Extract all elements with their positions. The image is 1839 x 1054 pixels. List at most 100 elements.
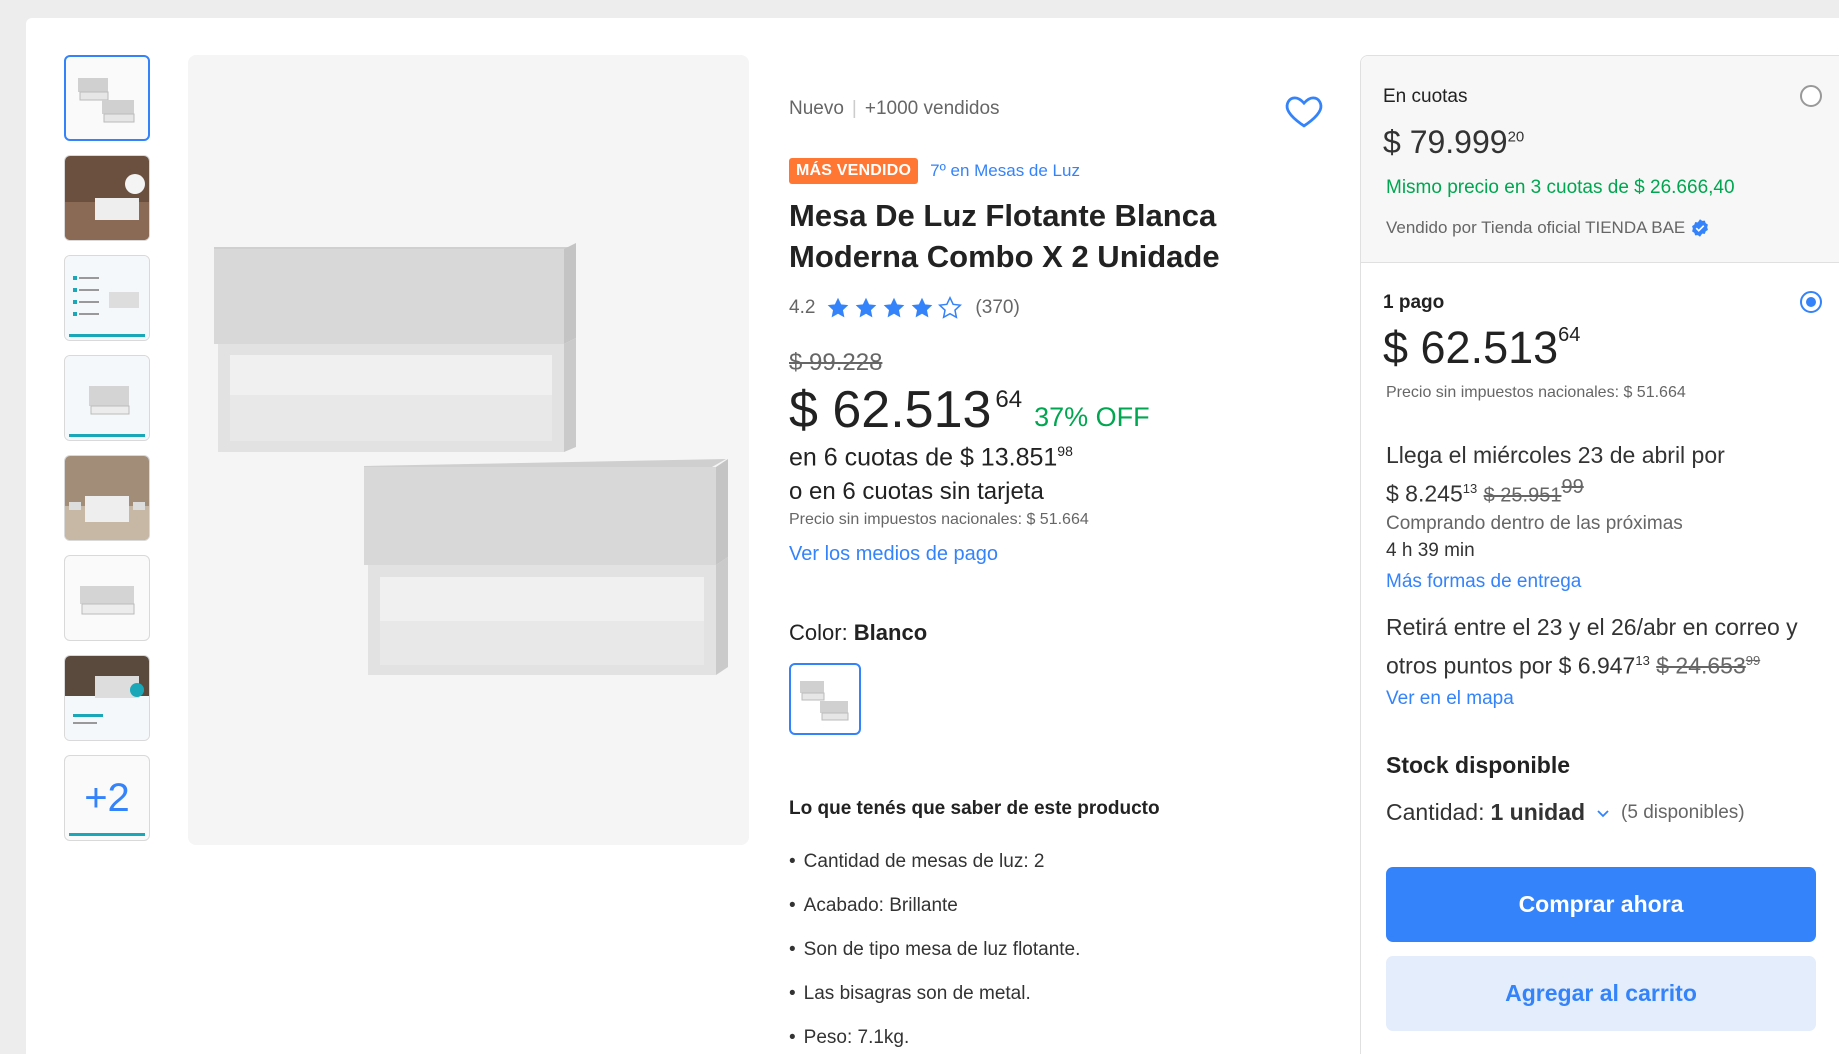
quantity-label: Cantidad:: [1386, 799, 1485, 825]
color-value: Blanco: [853, 620, 928, 645]
installments-info: en 6 cuotas de $ 13.85198: [789, 443, 1073, 472]
same-price-note: Mismo precio en 3 cuotas de $ 26.666,40: [1386, 177, 1735, 198]
thumbnail-3[interactable]: [64, 255, 150, 341]
one-payment-label: 1 pago: [1383, 292, 1445, 313]
product-features: Cantidad de mesas de luz: 2 Acabado: Bri…: [789, 840, 1081, 1054]
main-product-image[interactable]: [188, 55, 749, 845]
bedroom-image-icon: [65, 456, 149, 540]
thumbnail-accent-bar: [69, 833, 145, 836]
pickup-old-price: $ 24.653: [1656, 652, 1746, 679]
shipping-price-cents: 13: [1462, 481, 1478, 496]
discount-label: 37% OFF: [1034, 402, 1150, 432]
pickup-price: $ 6.947: [1558, 652, 1636, 679]
shipping-old-price: $ 25.951: [1483, 484, 1562, 507]
installments-cents: 98: [1057, 443, 1073, 459]
feature-item: Las bisagras son de metal.: [789, 972, 1080, 1016]
buybox-tax-note: Precio sin impuestos nacionales: $ 51.66…: [1386, 384, 1686, 401]
favorite-button[interactable]: [1283, 90, 1325, 132]
room-image-icon: [65, 156, 149, 240]
heart-icon: [1285, 96, 1323, 128]
shipping-old-price-cents: 99: [1561, 476, 1584, 498]
one-payment-price-value: $ 62.513: [1383, 322, 1559, 373]
time-left: 4 h 39 min: [1386, 540, 1475, 561]
dimensions-image-icon: [65, 356, 149, 440]
star-full-icon: [828, 297, 849, 318]
feature-item: Acabado: Brillante: [789, 884, 1080, 928]
feature-item: Son de tipo mesa de luz flotante.: [789, 928, 1081, 972]
thumbnail-7[interactable]: [64, 655, 150, 741]
product-highlights-title: Lo que tenés que saber de este producto: [789, 798, 1160, 819]
separator: |: [851, 98, 857, 119]
sold-count: +1000 vendidos: [864, 98, 1000, 119]
payment-methods-link[interactable]: Ver los medios de pago: [789, 543, 998, 566]
review-count: (370): [975, 297, 1020, 318]
color-label: Color: Blanco: [789, 620, 927, 646]
thumbnail-6[interactable]: [64, 555, 150, 641]
floating-nightstands-image: [214, 243, 728, 675]
current-price: $ 62.513: [789, 381, 992, 439]
price-row: $ 62.513 64 37% OFF: [789, 380, 1150, 440]
installments-option[interactable]: En cuotas $ 79.99920 Mismo precio en 3 c…: [1361, 56, 1839, 263]
more-delivery-link[interactable]: Más formas de entrega: [1386, 571, 1581, 593]
one-payment-price: $ 62.51364: [1383, 322, 1580, 374]
pickup-old-price-cents: 99: [1745, 653, 1761, 668]
star-full-icon: [856, 297, 877, 318]
installments-text: en 6 cuotas de $ 13.851: [789, 443, 1058, 472]
star-full-icon: [912, 297, 933, 318]
stock-status: Stock disponible: [1386, 752, 1571, 778]
best-seller-badge: MÁS VENDIDO: [789, 158, 919, 184]
product-image-icon: [78, 78, 135, 123]
installments-option-price-cents: 20: [1507, 128, 1525, 146]
delivery-info: Llega el miércoles 23 de abril por $ 8.2…: [1386, 439, 1826, 512]
thumbnail-more[interactable]: +2: [64, 755, 150, 841]
rating-row[interactable]: 4.2 (370): [789, 295, 1020, 321]
badge-row: MÁS VENDIDO 7º en Mesas de Luz: [789, 158, 1080, 184]
tax-note: Precio sin impuestos nacionales: $ 51.66…: [789, 511, 1089, 528]
quantity-selector[interactable]: Cantidad: 1 unidad (5 disponibles): [1386, 799, 1745, 826]
thumbnail-2[interactable]: [64, 155, 150, 241]
buy-now-button[interactable]: Comprar ahora: [1386, 867, 1816, 942]
pickup-info: Retirá entre el 23 y el 26/abr en correo…: [1386, 611, 1839, 683]
more-images-label: +2: [84, 775, 130, 820]
view-map-link[interactable]: Ver en el mapa: [1386, 688, 1514, 710]
installments-option-price: $ 79.99920: [1383, 124, 1524, 161]
specs-image-icon: [65, 256, 149, 340]
chevron-down-icon: [1597, 809, 1609, 817]
quantity-available: (5 disponibles): [1621, 801, 1745, 823]
no-card-installments: o en 6 cuotas sin tarjeta: [789, 478, 1044, 505]
seller-text: Vendido por Tienda oficial TIENDA BAE: [1386, 218, 1686, 237]
star-empty-icon: [938, 295, 963, 319]
add-to-cart-button[interactable]: Agregar al carrito: [1386, 956, 1816, 1031]
installments-option-price-value: $ 79.999: [1383, 124, 1508, 160]
color-swatch-blanco[interactable]: [789, 663, 861, 735]
one-payment-price-cents: 64: [1558, 324, 1581, 346]
shipping-price: $ 8.245: [1386, 480, 1463, 507]
seller-info[interactable]: Vendido por Tienda oficial TIENDA BAE: [1386, 218, 1710, 238]
thumbnail-5[interactable]: [64, 455, 150, 541]
current-price-cents: 64: [995, 386, 1023, 413]
quantity-value: 1 unidad: [1490, 799, 1586, 825]
delivery-text: Llega el miércoles 23 de abril por: [1386, 442, 1725, 468]
color-label-text: Color:: [789, 620, 854, 645]
buying-within-note: Comprando dentro de las próximas: [1386, 513, 1683, 534]
category-rank-link[interactable]: 7º en Mesas de Luz: [930, 161, 1080, 181]
one-payment-radio[interactable]: [1800, 291, 1822, 313]
condition: Nuevo: [789, 98, 844, 119]
color-swatch-image: [800, 681, 849, 721]
star-full-icon: [884, 297, 905, 318]
pickup-price-cents: 13: [1635, 653, 1650, 668]
thumbnail-gallery: +2: [64, 55, 150, 855]
single-table-icon: [80, 586, 135, 615]
installments-radio[interactable]: [1800, 85, 1822, 107]
rating-stars: [825, 295, 965, 321]
thumbnail-1[interactable]: [64, 55, 150, 141]
rating-value: 4.2: [789, 297, 816, 318]
feature-item: Cantidad de mesas de luz: 2: [789, 840, 1080, 884]
buy-box: En cuotas $ 79.99920 Mismo precio en 3 c…: [1360, 55, 1839, 1054]
verified-icon: [1692, 219, 1709, 237]
thumbnail-4[interactable]: [64, 355, 150, 441]
product-title: Mesa De Luz Flotante Blanca Moderna Comb…: [789, 198, 1220, 274]
installments-option-label: En cuotas: [1383, 86, 1468, 107]
product-subtitle: Nuevo | +1000 vendidos: [789, 98, 1000, 120]
promo-image-icon: [65, 656, 149, 740]
